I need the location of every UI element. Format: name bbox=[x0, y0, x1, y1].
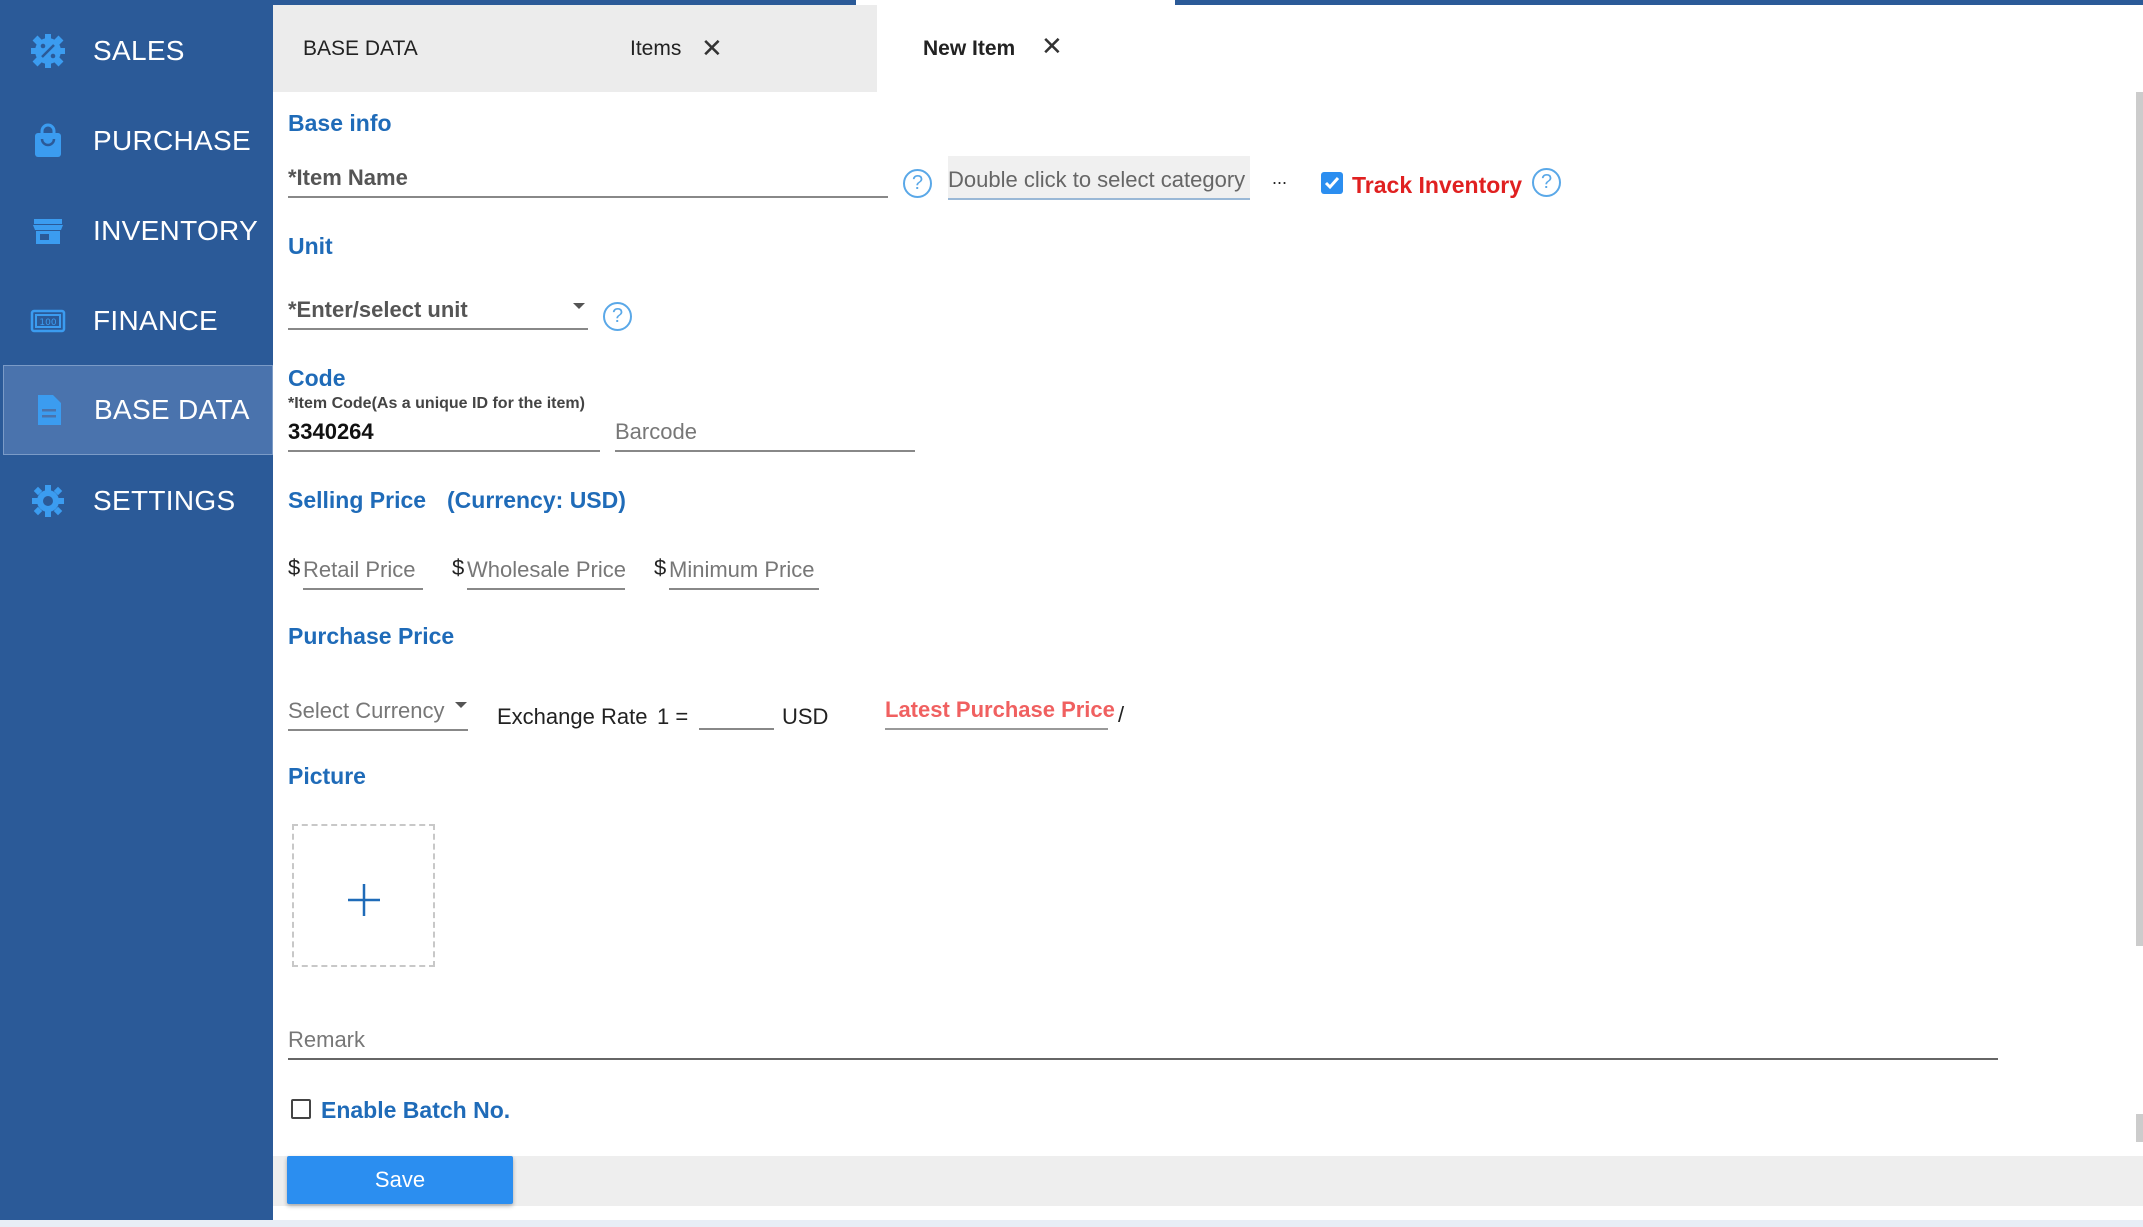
track-inventory-label[interactable]: Track Inventory bbox=[1352, 172, 1522, 199]
sidebar-item-label: BASE DATA bbox=[94, 394, 250, 425]
help-icon[interactable]: ? bbox=[603, 302, 632, 331]
tab-label: Items bbox=[630, 36, 682, 60]
sidebar-item-label: FINANCE bbox=[93, 305, 218, 336]
price-separator: / bbox=[1118, 702, 1125, 727]
save-button[interactable]: Save bbox=[287, 1156, 513, 1204]
tab-label: BASE DATA bbox=[303, 36, 418, 60]
item-code-label: *Item Code(As a unique ID for the item) bbox=[288, 395, 585, 412]
sidebar-item-label: INVENTORY bbox=[93, 215, 259, 246]
sidebar: SALES PURCHASE INVENTORY 100 FINANCE BAS… bbox=[0, 0, 273, 1220]
help-icon[interactable]: ? bbox=[1532, 168, 1561, 197]
section-title-purchase-price: Purchase Price bbox=[288, 623, 455, 649]
sidebar-item-inventory[interactable]: INVENTORY bbox=[3, 186, 273, 276]
wholesale-price-placeholder: Wholesale Price bbox=[467, 557, 626, 582]
remark-input[interactable]: Remark bbox=[288, 1015, 1998, 1060]
document-icon bbox=[31, 392, 67, 428]
tab-new-item[interactable]: New Item ✕ bbox=[877, 5, 1137, 92]
track-inventory-checkbox[interactable] bbox=[1321, 172, 1343, 194]
retail-price-placeholder: Retail Price bbox=[303, 557, 416, 582]
sidebar-item-sales[interactable]: SALES bbox=[3, 6, 273, 96]
sidebar-item-label: SETTINGS bbox=[93, 485, 236, 516]
section-title-unit: Unit bbox=[288, 233, 333, 259]
currency-placeholder: Select Currency bbox=[288, 698, 445, 723]
minimum-price-input[interactable]: Minimum Price bbox=[669, 545, 819, 590]
item-name-placeholder: *Item Name bbox=[288, 165, 408, 190]
retail-price-input[interactable]: Retail Price bbox=[303, 545, 423, 590]
exchange-unit: USD bbox=[782, 704, 829, 729]
category-more-button[interactable]: ... bbox=[1272, 168, 1287, 189]
section-title-base-info: Base info bbox=[288, 110, 392, 136]
barcode-input[interactable]: Barcode bbox=[615, 412, 915, 452]
currency-note: (Currency: USD) bbox=[447, 487, 626, 513]
scrollbar-down[interactable] bbox=[2136, 1114, 2143, 1142]
tab-label: New Item bbox=[923, 36, 1016, 60]
shopping-bag-icon bbox=[30, 123, 66, 159]
dollar-sign: $ bbox=[452, 555, 465, 580]
enable-batch-checkbox[interactable] bbox=[291, 1099, 311, 1119]
tab-items[interactable]: Items ✕ bbox=[423, 5, 877, 92]
sidebar-item-finance[interactable]: 100 FINANCE bbox=[3, 276, 273, 366]
gear-icon bbox=[30, 483, 66, 519]
close-icon[interactable]: ✕ bbox=[1041, 31, 1063, 62]
check-icon bbox=[1324, 177, 1340, 190]
scrollbar[interactable] bbox=[2136, 92, 2143, 946]
dollar-sign: $ bbox=[654, 555, 667, 580]
top-accent-bar bbox=[1175, 0, 2143, 5]
category-select[interactable]: Double click to select category bbox=[948, 156, 1250, 200]
sales-gear-percent-icon bbox=[30, 33, 66, 69]
remark-placeholder: Remark bbox=[288, 1027, 366, 1052]
sidebar-item-purchase[interactable]: PURCHASE bbox=[3, 96, 273, 186]
exchange-rate-input[interactable] bbox=[699, 690, 774, 730]
exchange-rate-prefix: 1 = bbox=[657, 704, 689, 729]
caret-down-icon bbox=[573, 303, 585, 309]
top-accent-bar bbox=[273, 0, 856, 5]
section-title-selling-price: Selling Price bbox=[288, 487, 427, 513]
tab-bar: BASE DATA Items ✕ New Item ✕ bbox=[273, 0, 2143, 92]
unit-select[interactable]: *Enter/select unit bbox=[288, 282, 588, 330]
sidebar-item-label: PURCHASE bbox=[93, 125, 251, 156]
item-code-input[interactable]: 3340264 bbox=[288, 412, 600, 452]
store-icon bbox=[30, 213, 66, 249]
app-window: SALES PURCHASE INVENTORY 100 FINANCE BAS… bbox=[0, 0, 2143, 1227]
money-icon: 100 bbox=[30, 303, 66, 339]
latest-purchase-price-link[interactable]: Latest Purchase Price bbox=[885, 688, 1115, 730]
section-title-picture: Picture bbox=[288, 763, 366, 789]
bottom-strip bbox=[0, 1220, 2143, 1227]
sidebar-item-label: SALES bbox=[93, 35, 185, 66]
item-name-input[interactable]: *Item Name bbox=[288, 150, 888, 198]
barcode-placeholder: Barcode bbox=[615, 419, 697, 444]
close-icon[interactable]: ✕ bbox=[701, 33, 723, 64]
sidebar-item-settings[interactable]: SETTINGS bbox=[3, 456, 273, 546]
caret-down-icon bbox=[455, 702, 467, 708]
category-placeholder: Double click to select category bbox=[948, 167, 1246, 192]
enable-batch-label[interactable]: Enable Batch No. bbox=[321, 1097, 510, 1124]
unit-placeholder: *Enter/select unit bbox=[288, 297, 468, 322]
wholesale-price-input[interactable]: Wholesale Price bbox=[467, 545, 626, 590]
svg-text:100: 100 bbox=[39, 318, 56, 328]
tab-base-data[interactable]: BASE DATA bbox=[273, 5, 423, 92]
exchange-rate-label: Exchange Rate bbox=[497, 704, 648, 729]
help-icon[interactable]: ? bbox=[903, 169, 932, 198]
action-bar bbox=[273, 1156, 2143, 1206]
minimum-price-placeholder: Minimum Price bbox=[669, 557, 815, 582]
latest-purchase-price-label: Latest Purchase Price bbox=[885, 697, 1115, 722]
currency-select[interactable]: Select Currency bbox=[288, 683, 468, 731]
picture-upload[interactable] bbox=[292, 824, 435, 967]
section-title-code: Code bbox=[288, 365, 346, 391]
plus-icon bbox=[348, 884, 380, 916]
dollar-sign: $ bbox=[288, 555, 301, 580]
sidebar-item-base-data[interactable]: BASE DATA bbox=[3, 365, 273, 455]
item-code-value: 3340264 bbox=[288, 419, 374, 444]
